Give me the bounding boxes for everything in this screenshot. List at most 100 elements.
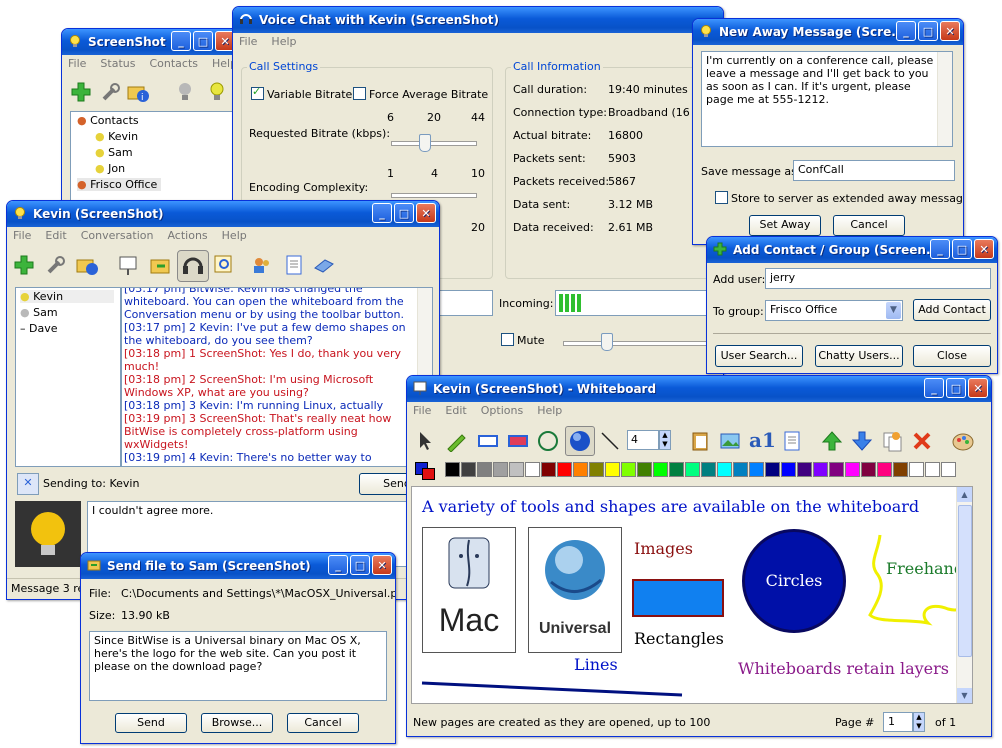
color-swatch[interactable] xyxy=(909,462,924,477)
maximize-button[interactable]: □ xyxy=(918,21,938,41)
store-server-checkbox[interactable]: Store to server as extended away message xyxy=(715,191,963,205)
text-tool-icon[interactable]: a1 xyxy=(749,428,776,452)
palette-icon[interactable] xyxy=(951,430,975,452)
send-file-icon[interactable] xyxy=(149,254,171,276)
add-contact-button[interactable]: Add Contact xyxy=(913,299,991,321)
menu-contacts[interactable]: Contacts xyxy=(149,57,198,70)
chat-titlebar[interactable]: Kevin (ScreenShot) _ □ ✕ xyxy=(7,201,439,227)
away-titlebar[interactable]: New Away Message (Scre... _ □ ✕ xyxy=(693,19,963,45)
maximize-button[interactable]: □ xyxy=(952,239,972,259)
cancel-button[interactable]: Cancel xyxy=(833,215,905,236)
color-swatch[interactable] xyxy=(765,462,780,477)
cancel-button[interactable]: Cancel xyxy=(287,713,359,733)
canvas-scrollbar[interactable]: ▲ ▼ xyxy=(956,487,972,703)
minimize-button[interactable]: _ xyxy=(924,378,944,398)
line-width-spinner[interactable]: ▲ ▼ xyxy=(659,430,671,450)
menu-actions[interactable]: Actions xyxy=(167,229,207,242)
to-group-select[interactable]: Frisco Office ▼ xyxy=(765,300,903,321)
tree-contact-kevin[interactable]: ● Kevin xyxy=(95,130,138,143)
file-message-input[interactable]: Since BitWise is a Universal binary on M… xyxy=(89,631,387,701)
volume-slider-track[interactable] xyxy=(563,341,715,346)
minimize-button[interactable]: _ xyxy=(372,203,392,223)
document-icon[interactable] xyxy=(781,430,803,452)
color-swatch[interactable] xyxy=(941,462,956,477)
menu-file[interactable]: File xyxy=(13,229,31,242)
color-swatch[interactable] xyxy=(701,462,716,477)
whiteboard-icon[interactable] xyxy=(117,254,139,276)
menu-help[interactable]: Help xyxy=(537,404,562,417)
tools-icon[interactable] xyxy=(45,254,67,276)
minimize-button[interactable]: _ xyxy=(896,21,916,41)
info-folder-icon[interactable] xyxy=(75,254,99,276)
color-swatch[interactable] xyxy=(845,462,860,477)
maximize-button[interactable]: □ xyxy=(193,31,213,51)
tree-group-contacts[interactable]: ● Contacts xyxy=(77,114,139,127)
pencil-icon[interactable] xyxy=(445,430,467,452)
force-average-checkbox[interactable]: Force Average Bitrate xyxy=(353,87,488,101)
remove-recipient-icon[interactable]: ✕ xyxy=(17,473,39,495)
add-icon[interactable] xyxy=(70,81,92,103)
circle-tool-icon[interactable] xyxy=(537,430,559,452)
color-swatch[interactable] xyxy=(797,462,812,477)
book-icon[interactable] xyxy=(313,254,335,276)
image-tool-icon[interactable] xyxy=(719,430,741,452)
contacts-icon[interactable] xyxy=(251,254,273,276)
color-swatch[interactable] xyxy=(813,462,828,477)
add-contact-titlebar[interactable]: Add Contact / Group (Screen... _ □ ✕ xyxy=(707,237,997,263)
bitrate-slider-thumb[interactable] xyxy=(419,134,431,152)
move-up-icon[interactable] xyxy=(821,430,843,452)
complexity-slider-track[interactable] xyxy=(391,193,477,198)
move-down-icon[interactable] xyxy=(851,430,873,452)
color-swatch[interactable] xyxy=(493,462,508,477)
color-swatch[interactable] xyxy=(781,462,796,477)
color-swatch[interactable] xyxy=(733,462,748,477)
menu-help[interactable]: Help xyxy=(271,35,296,48)
chatty-users-button[interactable]: Chatty Users... xyxy=(815,345,903,367)
color-swatch[interactable] xyxy=(477,462,492,477)
menu-file[interactable]: File xyxy=(413,404,431,417)
set-away-button[interactable]: Set Away xyxy=(749,215,821,236)
color-swatch[interactable] xyxy=(541,462,556,477)
voice-titlebar[interactable]: Voice Chat with Kevin (ScreenShot) xyxy=(233,7,723,33)
document-icon[interactable] xyxy=(283,254,305,276)
color-swatch[interactable] xyxy=(685,462,700,477)
tree-contact-sam[interactable]: ● Sam xyxy=(95,146,133,159)
menu-help[interactable]: Help xyxy=(222,229,247,242)
away-message-input[interactable]: I'm currently on a conference call, plea… xyxy=(701,51,953,147)
roster-titlebar[interactable]: ScreenShot _ □ ✕ xyxy=(62,29,238,55)
tools-icon[interactable] xyxy=(100,81,122,103)
send-file-titlebar[interactable]: Send file to Sam (ScreenShot) _ □ ✕ xyxy=(81,553,395,579)
color-swatch[interactable] xyxy=(861,462,876,477)
minimize-button[interactable]: _ xyxy=(328,555,348,575)
line-tool-icon[interactable] xyxy=(599,430,621,452)
close-dialog-button[interactable]: Close xyxy=(913,345,991,367)
whiteboard-canvas[interactable]: A variety of tools and shapes are availa… xyxy=(411,486,973,704)
participant-kevin[interactable]: ● Kevin xyxy=(20,290,114,303)
color-swatch[interactable] xyxy=(653,462,668,477)
scroll-down-button[interactable]: ▼ xyxy=(957,688,972,703)
pointer-icon[interactable] xyxy=(415,430,435,452)
participant-sam[interactable]: ● Sam xyxy=(20,306,58,319)
chevron-down-icon[interactable]: ▼ xyxy=(886,302,901,319)
bulb-off-icon[interactable] xyxy=(176,81,194,103)
color-swatch[interactable] xyxy=(525,462,540,477)
add-user-input[interactable]: jerry xyxy=(765,268,991,289)
color-swatch[interactable] xyxy=(749,462,764,477)
color-swatch[interactable] xyxy=(621,462,636,477)
whiteboard-titlebar[interactable]: Kevin (ScreenShot) - Whiteboard _ □ ✕ xyxy=(407,376,991,402)
delete-icon[interactable] xyxy=(911,430,933,452)
menu-status[interactable]: Status xyxy=(100,57,135,70)
maximize-button[interactable]: □ xyxy=(394,203,414,223)
bitrate-slider-track[interactable] xyxy=(391,141,477,146)
close-button[interactable]: ✕ xyxy=(416,203,436,223)
menu-options[interactable]: Options xyxy=(481,404,523,417)
color-swatch[interactable] xyxy=(893,462,908,477)
color-swatch[interactable] xyxy=(557,462,572,477)
away-scrollbar[interactable] xyxy=(937,52,952,146)
filled-circle-tool[interactable] xyxy=(565,426,595,456)
mute-checkbox[interactable]: Mute xyxy=(501,333,545,347)
color-swatch[interactable] xyxy=(877,462,892,477)
user-search-button[interactable]: User Search... xyxy=(715,345,803,367)
menu-edit[interactable]: Edit xyxy=(45,229,66,242)
variable-bitrate-checkbox[interactable]: Variable Bitrate xyxy=(251,85,352,101)
